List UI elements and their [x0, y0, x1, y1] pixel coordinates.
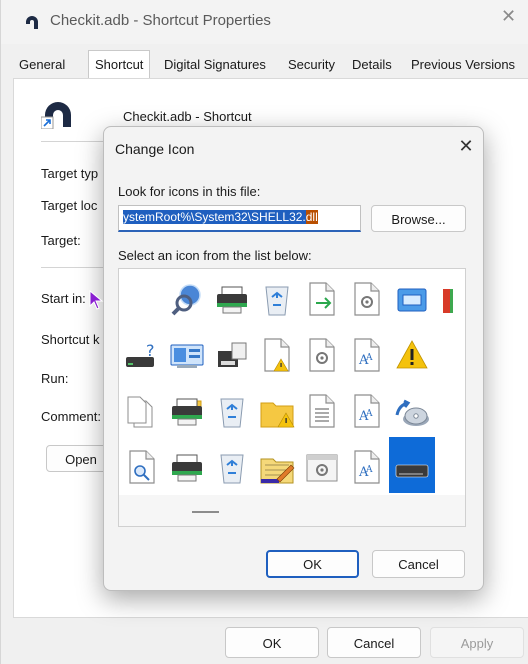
drive-selected-icon[interactable] [389, 437, 435, 493]
shortcut-app-icon [41, 102, 71, 129]
doc-gear-icon[interactable] [344, 269, 390, 325]
tab-details[interactable]: Details [346, 53, 398, 78]
horizontal-scrollbar[interactable] [119, 495, 465, 526]
icon-file-path-input[interactable]: ystemRoot%\System32\SHELL32.dll [118, 205, 361, 232]
doc-search-icon[interactable] [119, 437, 165, 493]
target-type-label: Target typ [41, 166, 99, 181]
printer-icon[interactable] [209, 269, 255, 325]
tab-general[interactable]: General [13, 53, 71, 78]
recycle-bin-icon[interactable] [209, 381, 255, 437]
file-path-extension: dll [305, 210, 318, 224]
recycle-bin-icon[interactable] [254, 269, 300, 325]
dialog-title: Change Icon [115, 141, 195, 157]
scrollbar-thumb[interactable] [192, 511, 219, 513]
svg-text:A: A [365, 409, 373, 419]
run-label: Run: [41, 371, 69, 386]
target-label: Target: [41, 233, 81, 248]
tab-shortcut[interactable]: Shortcut [88, 50, 151, 79]
tab-security[interactable]: Security [282, 53, 341, 78]
comment-label: Comment: [41, 409, 101, 424]
start-in-label: Start in: [41, 291, 86, 306]
target-location-label: Target loc [41, 198, 98, 213]
dialog-cancel-button[interactable]: Cancel [372, 550, 465, 578]
app-icon [26, 16, 38, 29]
doc-font-icon[interactable]: AA [344, 437, 390, 493]
tab-previous-versions[interactable]: Previous Versions [405, 53, 521, 78]
apply-button[interactable]: Apply [430, 627, 524, 658]
doc-warning-icon[interactable] [254, 325, 300, 381]
svg-text:A: A [365, 353, 373, 363]
svg-text:A: A [365, 465, 373, 475]
doc-font-icon[interactable]: AA [344, 325, 390, 381]
red-book-icon[interactable] [434, 269, 465, 325]
doc-font-icon[interactable]: AA [344, 381, 390, 437]
browse-button[interactable]: Browse... [371, 205, 466, 232]
printer-box-icon[interactable] [209, 325, 255, 381]
look-for-icons-label: Look for icons in this file: [118, 184, 261, 199]
printer-partial-icon[interactable] [434, 325, 465, 381]
docs-icon[interactable] [119, 381, 165, 437]
close-icon[interactable]: ✕ [454, 136, 478, 160]
folder-pencil-icon[interactable] [254, 437, 300, 493]
drive-question-icon[interactable]: ? [119, 325, 165, 381]
dialog-ok-button[interactable]: OK [266, 550, 359, 578]
folder-warning-icon[interactable] [254, 381, 300, 437]
disc-arrow-icon[interactable] [389, 381, 435, 437]
file-path-text: ystemRoot%\System32\SHELL32. [123, 210, 306, 224]
printer-partial-icon[interactable] [434, 437, 465, 493]
display-panel-icon[interactable] [164, 325, 210, 381]
shortcut-name: Checkit.adb - Shortcut [123, 109, 252, 124]
doc-gear-icon[interactable] [299, 325, 345, 381]
shortcut-key-label: Shortcut k [41, 332, 100, 347]
close-icon[interactable]: ✕ [501, 6, 528, 36]
mouse-pointer-icon [89, 290, 104, 310]
select-icon-label: Select an icon from the list below: [118, 248, 312, 263]
printer-icon[interactable] [164, 437, 210, 493]
printer-folder-icon[interactable] [164, 381, 210, 437]
title-bar: Checkit.adb - Shortcut Properties ✕ [1, 0, 528, 44]
window-title: Checkit.adb - Shortcut Properties [50, 12, 271, 29]
doc-arrow-icon[interactable] [299, 269, 345, 325]
doc-lines-icon[interactable] [299, 381, 345, 437]
search-globe-icon[interactable] [164, 269, 210, 325]
cancel-button[interactable]: Cancel [327, 627, 421, 658]
change-icon-dialog: Change Icon ✕ Look for icons in this fil… [103, 126, 484, 591]
recycle-bin-icon[interactable] [209, 437, 255, 493]
ok-button[interactable]: OK [225, 627, 319, 658]
icon-grid: ? A A A A A A [119, 269, 465, 495]
tab-digital-signatures[interactable]: Digital Signatures [158, 53, 272, 78]
window-icon[interactable] [389, 269, 435, 325]
svg-text:?: ? [146, 341, 155, 360]
warning-icon[interactable] [389, 325, 435, 381]
printer-partial-icon[interactable] [434, 381, 465, 437]
app-gear-icon[interactable] [299, 437, 345, 493]
tab-strip: General Shortcut Digital Signatures Secu… [13, 50, 528, 79]
icon-list[interactable]: ? A A A A A A [118, 268, 466, 527]
